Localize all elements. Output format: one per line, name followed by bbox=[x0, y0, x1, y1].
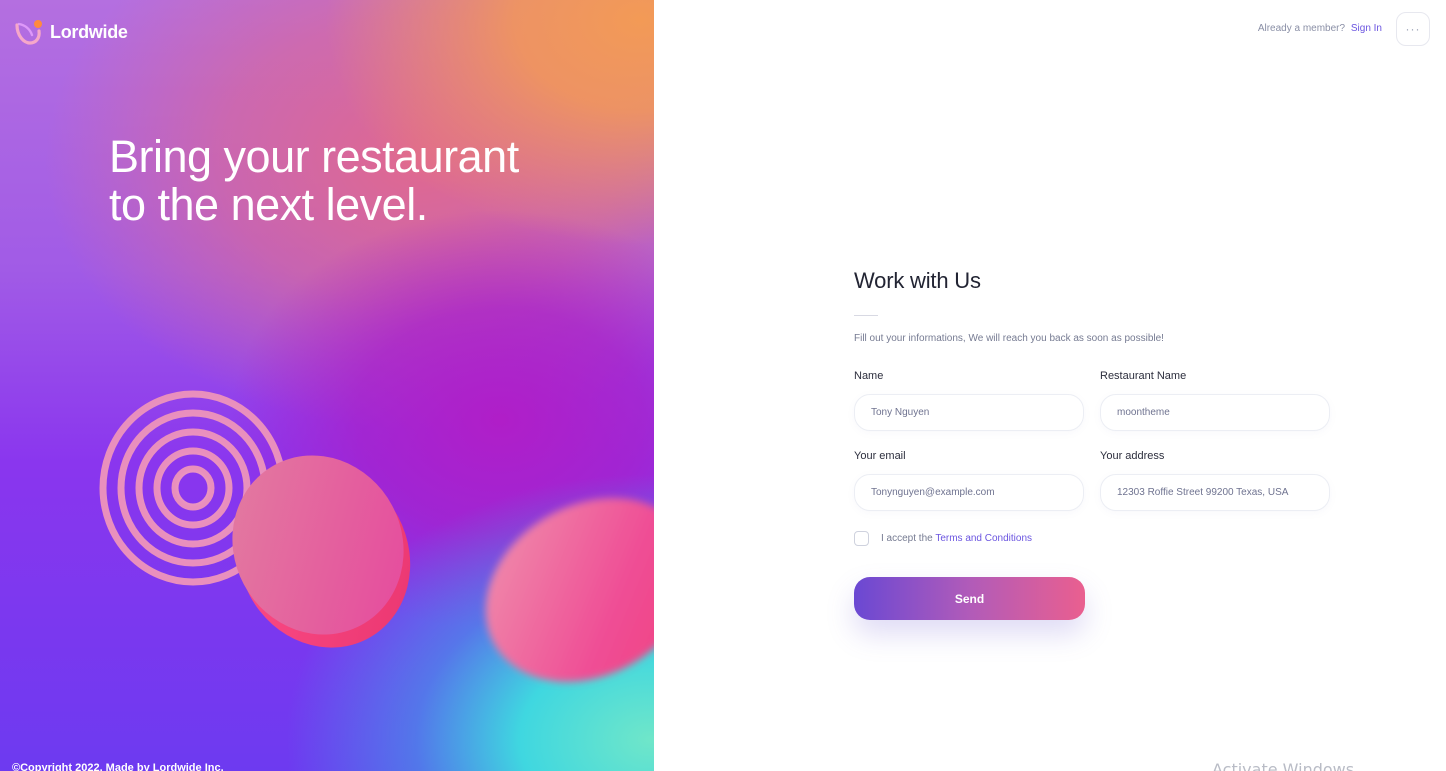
send-button[interactable]: Send bbox=[854, 577, 1085, 620]
ellipsis-icon: ··· bbox=[1405, 22, 1421, 36]
more-options-button[interactable]: ··· bbox=[1396, 12, 1430, 46]
disc-shape bbox=[232, 455, 411, 648]
form-subtitle: Fill out your informations, We will reac… bbox=[854, 333, 1164, 344]
work-with-us-form: Work with Us Fill out your informations,… bbox=[854, 268, 1334, 620]
restaurant-field-group: Restaurant Name moontheme bbox=[1100, 370, 1330, 431]
sign-in-link[interactable]: Sign In bbox=[1351, 23, 1382, 34]
logo-text: Lordwide bbox=[50, 21, 128, 42]
member-prompt: Already a member? Sign In bbox=[1258, 23, 1382, 34]
email-label: Your email bbox=[854, 450, 906, 462]
hero-panel: Lordwide Bring your restaurant to the ne… bbox=[0, 0, 654, 771]
restaurant-name-input[interactable]: moontheme bbox=[1100, 394, 1330, 431]
form-row-2: Your email Tonynguyen@example.com Your a… bbox=[854, 450, 1334, 511]
copyright-text: ©Copyright 2022, Made by Lordwide Inc. bbox=[12, 762, 224, 771]
hero-headline-line1: Bring your restaurant bbox=[109, 131, 519, 182]
address-label: Your address bbox=[1100, 450, 1165, 462]
title-divider bbox=[854, 315, 878, 316]
name-input[interactable]: Tony Nguyen bbox=[854, 394, 1084, 431]
hero-illustration bbox=[99, 390, 654, 682]
terms-checkbox[interactable] bbox=[854, 531, 869, 546]
address-input[interactable]: 12303 Roffie Street 99200 Texas, USA bbox=[1100, 474, 1330, 511]
restaurant-name-label: Restaurant Name bbox=[1100, 370, 1187, 382]
email-field-group: Your email Tonynguyen@example.com bbox=[854, 450, 1084, 511]
hero-headline: Bring your restaurant to the next level. bbox=[109, 133, 579, 229]
form-title: Work with Us bbox=[854, 268, 981, 293]
address-field-group: Your address 12303 Roffie Street 99200 T… bbox=[1100, 450, 1330, 511]
email-input[interactable]: Tonynguyen@example.com bbox=[854, 474, 1084, 511]
member-prompt-text: Already a member? bbox=[1257, 23, 1346, 34]
terms-text: I accept the Terms and Conditions bbox=[881, 533, 1032, 544]
terms-prefix: I accept the bbox=[881, 533, 933, 544]
name-field-group: Name Tony Nguyen bbox=[854, 370, 1084, 431]
terms-link[interactable]: Terms and Conditions bbox=[935, 533, 1032, 544]
terms-row: I accept the Terms and Conditions bbox=[854, 531, 1334, 546]
logo-icon bbox=[15, 20, 42, 45]
name-label: Name bbox=[854, 370, 884, 382]
brand-logo[interactable]: Lordwide bbox=[12, 16, 128, 48]
hero-headline-line2: to the next level. bbox=[109, 179, 428, 230]
blurred-disc-shape bbox=[485, 498, 654, 682]
activate-windows-watermark: Activate Windows bbox=[1212, 760, 1355, 771]
signup-page: Lordwide Bring your restaurant to the ne… bbox=[0, 0, 1446, 771]
form-row-1: Name Tony Nguyen Restaurant Name moonthe… bbox=[854, 370, 1334, 431]
